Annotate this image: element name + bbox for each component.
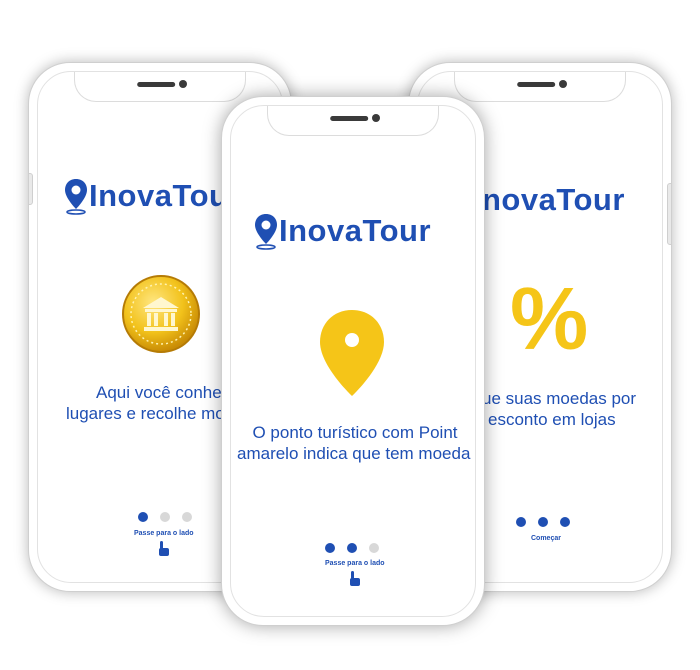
- swipe-hint: Passe para o lado: [134, 530, 194, 537]
- page-dot-1[interactable]: [516, 517, 526, 527]
- onboarding-text: O ponto turístico com Point amarelo indi…: [237, 422, 473, 464]
- phone-notch: [454, 72, 626, 102]
- text-line-1: O ponto turístico com Point: [252, 423, 458, 442]
- swipe-hand-icon: [159, 541, 169, 556]
- logo-text: InovaTour: [279, 213, 432, 248]
- speaker: [137, 82, 176, 87]
- camera: [179, 80, 187, 88]
- speaker: [330, 116, 369, 121]
- side-button: [29, 173, 33, 205]
- app-logo: InovaTour: [63, 177, 241, 215]
- page-indicator: [325, 543, 379, 553]
- gold-coin-icon: [122, 275, 200, 353]
- onboarding-text: ue suas moedas por esconto em lojas: [482, 388, 636, 430]
- page-dot-1[interactable]: [325, 543, 335, 553]
- phone-center: InovaTour O ponto turístico com Point am…: [221, 96, 485, 626]
- app-logo: novaTour: [482, 182, 625, 218]
- app-logo: InovaTour: [253, 212, 431, 250]
- location-pin-icon: [255, 214, 277, 250]
- side-button: [667, 183, 671, 245]
- phone-notch: [74, 72, 246, 102]
- page-indicator: [138, 512, 192, 522]
- logo-text: novaTour: [482, 182, 625, 217]
- page-dot-1[interactable]: [138, 512, 148, 522]
- page-dot-2[interactable]: [160, 512, 170, 522]
- speaker: [517, 82, 556, 87]
- swipe-hand-icon: [350, 571, 360, 586]
- camera: [372, 114, 380, 122]
- page-dot-2[interactable]: [347, 543, 357, 553]
- start-button[interactable]: Começar: [531, 535, 561, 542]
- page-dot-3[interactable]: [182, 512, 192, 522]
- page-dot-2[interactable]: [538, 517, 548, 527]
- page-indicator: [516, 517, 570, 527]
- text-line-1: ue suas moedas por: [482, 389, 637, 408]
- phone-notch: [267, 106, 439, 136]
- logo-text: InovaTour: [89, 178, 242, 213]
- yellow-map-pin-icon: [320, 310, 384, 396]
- text-line-2: amarelo indica que tem moeda: [237, 444, 471, 463]
- text-line-2: esconto em lojas: [488, 410, 616, 429]
- location-pin-icon: [65, 179, 87, 215]
- page-dot-3[interactable]: [369, 543, 379, 553]
- page-dot-3[interactable]: [560, 517, 570, 527]
- swipe-hint: Passe para o lado: [325, 560, 385, 567]
- camera: [559, 80, 567, 88]
- percent-icon: %: [510, 269, 589, 368]
- screen-center: InovaTour O ponto turístico com Point am…: [230, 105, 476, 617]
